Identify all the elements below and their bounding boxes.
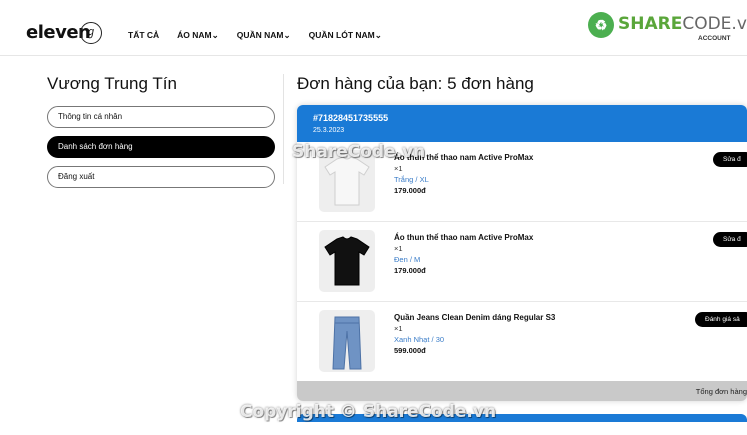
edit-review-button[interactable]: Sửa đ bbox=[713, 152, 747, 167]
nav-item-shirts[interactable]: ÁO NAM⌄ bbox=[177, 30, 219, 41]
order-header: #71828451735555 25.3.2023 bbox=[297, 105, 747, 142]
user-name: Vương Trung Tín bbox=[47, 74, 177, 93]
logout-button[interactable]: Đăng xuất bbox=[47, 166, 275, 188]
order-list-button[interactable]: Danh sách đơn hàng bbox=[47, 136, 275, 158]
item-info: Áo thun thể thao nam Active ProMax ×1 Đe… bbox=[394, 232, 533, 276]
item-info: Quần Jeans Clean Denim dáng Regular S3 ×… bbox=[394, 312, 555, 356]
item-qty: ×1 bbox=[394, 324, 403, 333]
watermark-middle: ShareCode.vn bbox=[292, 142, 426, 162]
order-footer: Tổng đơn hàng bbox=[297, 381, 747, 401]
profile-info-button[interactable]: Thông tin cá nhân bbox=[47, 106, 275, 128]
item-variant: Đen / M bbox=[394, 255, 421, 264]
order-total-label: Tổng đơn hàng bbox=[695, 387, 747, 396]
item-price: 599.000đ bbox=[394, 346, 426, 355]
item-variant: Trắng / XL bbox=[394, 175, 429, 184]
sharecode-brand-a: SHARE bbox=[618, 14, 683, 34]
order-id: #71828451735555 bbox=[313, 113, 389, 123]
sharecode-sub: ACCOUNT bbox=[698, 35, 731, 42]
brand-mark-icon: ℊ bbox=[80, 22, 102, 44]
site-header: eleven ℊ TẤT CẢ ÁO NAM⌄ QUẦN NAM⌄ QUẦN L… bbox=[0, 0, 747, 56]
nav-item-underwear[interactable]: QUẦN LÓT NAM⌄ bbox=[309, 30, 382, 41]
black-tshirt-icon bbox=[319, 230, 375, 292]
jeans-icon bbox=[319, 310, 375, 372]
write-review-button[interactable]: Đánh giá sả bbox=[695, 312, 747, 327]
order-item: Quần Jeans Clean Denim dáng Regular S3 ×… bbox=[297, 302, 747, 382]
order-date: 25.3.2023 bbox=[313, 127, 345, 134]
item-variant: Xanh Nhạt / 30 bbox=[394, 335, 445, 344]
item-qty: ×1 bbox=[394, 244, 403, 253]
order-item: Áo thun thể thao nam Active ProMax ×1 Đe… bbox=[297, 222, 747, 302]
sharecode-watermark-logo: ♻ SHARECODE.vn ACCOUNT bbox=[588, 10, 747, 46]
account-sidebar: Vương Trung Tín Thông tin cá nhân Danh s… bbox=[47, 74, 277, 196]
orders-title: Đơn hàng của bạn: 5 đơn hàng bbox=[297, 74, 534, 93]
sharecode-brand: SHARECODE.vn bbox=[618, 14, 747, 34]
item-price: 179.000đ bbox=[394, 266, 426, 275]
item-name: Áo thun thể thao nam Active ProMax bbox=[394, 233, 534, 242]
main-nav: TẤT CẢ ÁO NAM⌄ QUẦN NAM⌄ QUẦN LÓT NAM⌄ bbox=[128, 30, 382, 41]
sharecode-logo-icon: ♻ bbox=[588, 12, 614, 38]
watermark-bottom: Copyright © ShareCode.vn bbox=[240, 402, 497, 422]
nav-item-all[interactable]: TẤT CẢ bbox=[128, 30, 159, 41]
item-price: 179.000đ bbox=[394, 186, 426, 195]
edit-review-button[interactable]: Sửa đ bbox=[713, 232, 747, 247]
sharecode-brand-b: CODE.vn bbox=[682, 14, 747, 34]
item-qty: ×1 bbox=[394, 164, 403, 173]
nav-item-pants[interactable]: QUẦN NAM⌄ bbox=[237, 30, 291, 41]
item-name: Quần Jeans Clean Denim dáng Regular S3 bbox=[394, 313, 556, 322]
column-divider bbox=[283, 74, 284, 184]
orders-panel: Đơn hàng của bạn: 5 đơn hàng #7182845173… bbox=[297, 74, 747, 401]
